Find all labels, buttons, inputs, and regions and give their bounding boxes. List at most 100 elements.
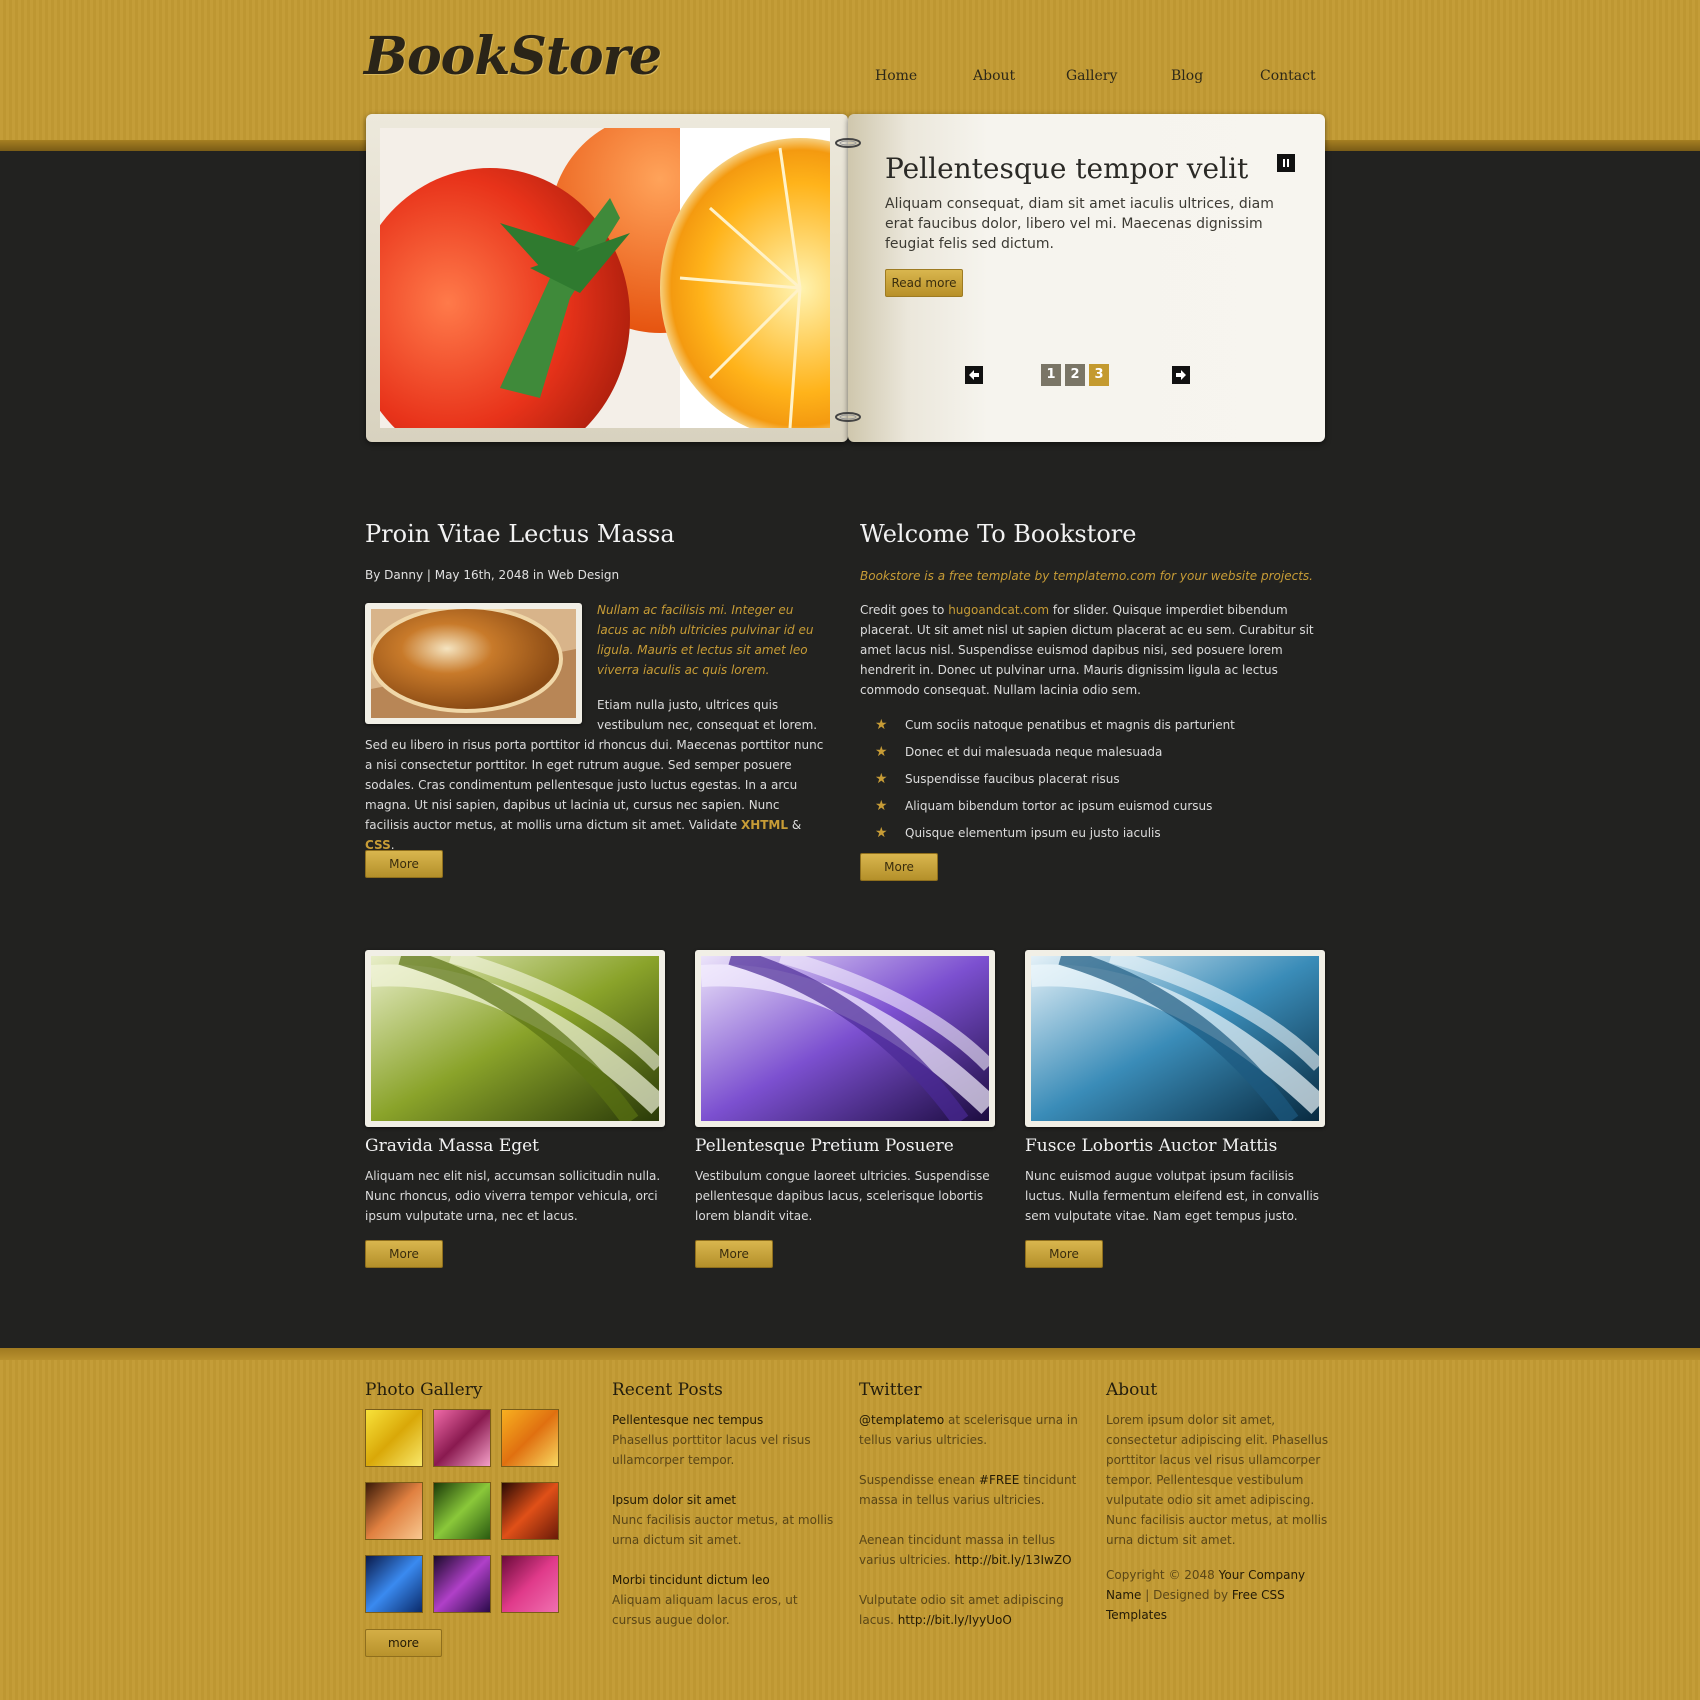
tweet: @templatemo at scelerisque urna in tellu… [859, 1410, 1084, 1450]
feature-text-3: Nunc euismod augue volutpat ipsum facili… [1025, 1169, 1320, 1223]
recent-post-text: Aliquam aliquam lacus eros, ut cursus au… [612, 1593, 798, 1627]
credit-prefix: Credit goes to [860, 603, 945, 617]
gallery-thumb[interactable] [501, 1409, 559, 1467]
post-thumbnail [365, 603, 582, 724]
feature-more-button-3[interactable]: More [1025, 1240, 1103, 1268]
post-intro: Nullam ac facilisis mi. Integer eu lacus… [597, 603, 814, 677]
welcome-tagline: Bookstore is a free template by template… [860, 569, 1313, 583]
gallery-more-button[interactable]: more [365, 1629, 442, 1657]
slider-image-page [366, 114, 848, 442]
nav-about[interactable]: About [973, 68, 1015, 84]
xhtml-link[interactable]: XHTML [741, 818, 788, 832]
tweet: Aenean tincidunt massa in tellus varius … [859, 1530, 1084, 1570]
star-icon: ★ [875, 798, 888, 814]
star-icon: ★ [875, 771, 888, 787]
list-item: ★ Aliquam bibendum tortor ac ipsum euismo… [860, 793, 1330, 820]
blue-abstract-image [1030, 947, 1327, 1127]
hashtag-link[interactable]: #FREE [979, 1473, 1019, 1487]
post-body: Sed eu libero in risus porta porttitor i… [365, 735, 825, 855]
site-logo[interactable]: BookStore [364, 26, 662, 87]
gallery-thumb[interactable] [365, 1409, 423, 1467]
slide-page-3[interactable]: 3 [1089, 364, 1109, 386]
feature-image-1[interactable] [365, 947, 667, 1127]
gallery-thumb[interactable] [501, 1555, 559, 1613]
list-item: ★ Donec et dui malesuada neque malesuada [860, 739, 1330, 766]
gallery-title: Photo Gallery [365, 1380, 483, 1400]
feature-text-1: Aliquam nec elit nisl, accumsan sollicit… [365, 1169, 661, 1223]
list-item-label: Aliquam bibendum tortor ac ipsum euismod… [905, 799, 1213, 813]
about-title: About [1106, 1380, 1158, 1400]
slide-page-2[interactable]: 2 [1065, 364, 1085, 386]
gallery-thumb[interactable] [365, 1482, 423, 1540]
feature-title-1[interactable]: Gravida Massa Eget [365, 1136, 539, 1156]
copyright: Copyright © 2048 Your Company Name | Des… [1106, 1565, 1331, 1625]
recent-post-text: Nunc facilisis auctor metus, at mollis u… [612, 1513, 834, 1547]
hugoandcat-link[interactable]: hugoandcat.com [948, 603, 1049, 617]
recent-post-link[interactable]: Pellentesque nec tempus [612, 1410, 837, 1430]
recent-post: Morbi tincidunt dictum leo Aliquam aliqu… [612, 1570, 837, 1630]
feature-image-2[interactable] [695, 947, 997, 1127]
gallery-thumb[interactable] [433, 1555, 491, 1613]
tweet: Vulputate odio sit amet adipiscing lacus… [859, 1590, 1084, 1630]
list-item-label: Quisque elementum ipsum eu justo iaculis [905, 826, 1161, 840]
nav-home[interactable]: Home [875, 68, 917, 84]
gallery-thumb[interactable] [501, 1482, 559, 1540]
feature-image-3[interactable] [1025, 947, 1327, 1127]
post-title[interactable]: Proin Vitae Lectus Massa [365, 520, 675, 548]
slide-text: Aliquam consequat, diam sit amet iaculis… [885, 196, 1274, 252]
main-nav: Home About Gallery Blog Contact [860, 68, 1320, 92]
tomato-orange-image [380, 128, 830, 428]
post-meta: By Danny | May 16th, 2048 in Web Design [365, 568, 620, 582]
amp-text: & [791, 818, 802, 832]
feature-more-button-2[interactable]: More [695, 1240, 773, 1268]
star-icon: ★ [875, 825, 888, 841]
recent-posts-title: Recent Posts [612, 1380, 723, 1400]
slider-text-page: Pellentesque tempor velit Aliquam conseq… [848, 114, 1325, 442]
welcome-title: Welcome To Bookstore [860, 520, 1137, 548]
recent-post-link[interactable]: Ipsum dolor sit amet [612, 1490, 837, 1510]
binder-ring-icon [835, 138, 861, 148]
nav-contact[interactable]: Contact [1260, 68, 1316, 84]
feature-more-button-1[interactable]: More [365, 1240, 443, 1268]
about-text: Lorem ipsum dolor sit amet, consectetur … [1106, 1413, 1329, 1547]
twitter-title: Twitter [859, 1380, 922, 1400]
footer-band [0, 1348, 1700, 1360]
list-item-label: Suspendisse faucibus placerat risus [905, 772, 1120, 786]
tweet-link[interactable]: http://bit.ly/IyyUoO [898, 1613, 1012, 1627]
recent-post: Pellentesque nec tempus Phasellus portti… [612, 1410, 837, 1470]
orange-slice-image [369, 605, 576, 718]
tweet: Suspendisse enean #FREE tincidunt massa … [859, 1470, 1084, 1510]
pause-icon[interactable] [1277, 154, 1295, 172]
recent-post: Ipsum dolor sit amet Nunc facilisis auct… [612, 1490, 837, 1550]
gallery-thumb[interactable] [433, 1482, 491, 1540]
gallery-thumb[interactable] [365, 1555, 423, 1613]
list-item: ★ Quisque elementum ipsum eu justo iaculi… [860, 820, 1330, 847]
credit-text: for slider. Quisque imperdiet bibendum p… [860, 603, 1314, 697]
feature-title-2[interactable]: Pellentesque Pretium Posuere [695, 1136, 954, 1156]
feature-title-3[interactable]: Fusce Lobortis Auctor Mattis [1025, 1136, 1277, 1156]
tweet-link[interactable]: http://bit.ly/13IwZO [955, 1553, 1072, 1567]
designed-by-text: | Designed by [1145, 1588, 1229, 1602]
purple-abstract-image [700, 947, 997, 1127]
next-arrow-icon[interactable] [1172, 366, 1190, 384]
footer [0, 1348, 1700, 1700]
tweet-text: Suspendisse enean [859, 1473, 976, 1487]
post-more-button[interactable]: More [365, 850, 443, 878]
star-icon: ★ [875, 717, 888, 733]
recent-post-text: Phasellus porttitor lacus vel risus ulla… [612, 1433, 811, 1467]
feature-list: ★ Cum sociis natoque penatibus et magnis … [860, 712, 1330, 847]
welcome-credit: Credit goes to hugoandcat.com for slider… [860, 600, 1328, 700]
nav-gallery[interactable]: Gallery [1066, 68, 1117, 84]
read-more-button[interactable]: Read more [885, 269, 963, 297]
copyright-text: Copyright © 2048 [1106, 1568, 1215, 1582]
slide-title: Pellentesque tempor velit [885, 152, 1249, 185]
nav-blog[interactable]: Blog [1171, 68, 1203, 84]
twitter-handle-link[interactable]: @templatemo [859, 1413, 944, 1427]
list-item-label: Donec et dui malesuada neque malesuada [905, 745, 1163, 759]
prev-arrow-icon[interactable] [965, 366, 983, 384]
slide-page-1[interactable]: 1 [1041, 364, 1061, 386]
star-icon: ★ [875, 744, 888, 760]
welcome-more-button[interactable]: More [860, 853, 938, 881]
recent-post-link[interactable]: Morbi tincidunt dictum leo [612, 1570, 837, 1590]
gallery-thumb[interactable] [433, 1409, 491, 1467]
